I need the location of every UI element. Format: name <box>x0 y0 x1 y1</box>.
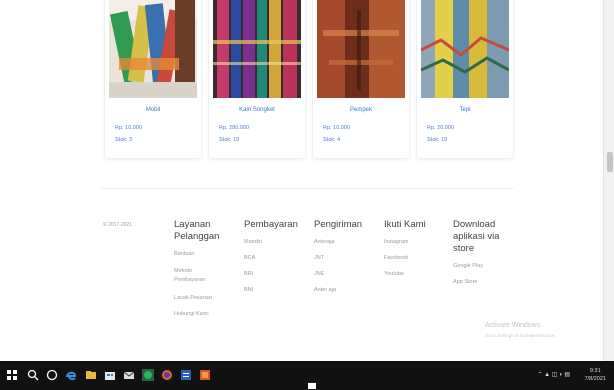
product-name[interactable]: Tepi <box>417 107 513 113</box>
scrollbar-thumb[interactable] <box>607 152 613 172</box>
taskbar: ⌃ ▲ ◫ ◗ ▤ 9:31 7/8/2021 <box>0 361 614 390</box>
footer-link-contact[interactable]: Hubungi Kami <box>174 311 234 317</box>
mail-icon[interactable] <box>122 368 136 382</box>
product-name[interactable]: Mobil <box>105 107 201 113</box>
footer-column-shipping: Pengiriman Anteraja JNT JNE Anter aja <box>314 219 374 293</box>
product-price: Rp. 20.000 <box>427 125 454 131</box>
firefox-icon[interactable] <box>160 368 174 382</box>
taskbar-clock[interactable]: 9:31 7/8/2021 <box>585 367 606 383</box>
footer-link-jnt[interactable]: JNT <box>314 255 374 261</box>
edge-browser-icon[interactable] <box>64 368 78 382</box>
product-price: Rp. 280.000 <box>219 125 249 131</box>
footer-link-bri[interactable]: BRI <box>244 271 304 277</box>
footer-heading: Pembayaran <box>244 219 298 230</box>
vertical-scrollbar[interactable] <box>603 0 614 361</box>
footer-link-instagram[interactable]: Instagram <box>384 239 444 245</box>
web-page: Mobil Rp. 10.000 Stok: 3 Kain Songket Rp… <box>0 0 604 361</box>
cursor-icon <box>308 383 316 389</box>
footer-column-follow-us: Ikuti Kami Instagram Facebook Youtube <box>384 219 444 277</box>
windows-start-icon[interactable] <box>7 370 17 380</box>
product-name[interactable]: Kain Songket <box>209 107 305 113</box>
footer-link-mandiri[interactable]: Mandiri <box>244 239 304 245</box>
footer-link-app-store[interactable]: App Store <box>453 279 511 285</box>
watermark-title: Activate Windows <box>485 322 541 329</box>
product-name[interactable]: Pempek <box>313 107 409 113</box>
clock-time: 9:31 <box>589 368 601 374</box>
footer-link-facebook[interactable]: Facebook <box>384 255 444 261</box>
footer-column-download: Download aplikasi via store Google Play … <box>453 219 511 285</box>
footer-heading: Ikuti Kami <box>384 219 426 230</box>
product-price: Rp. 10.000 <box>323 125 350 131</box>
footer-divider <box>100 188 514 189</box>
product-image[interactable] <box>421 0 509 98</box>
product-stock: Stok: 19 <box>219 137 240 143</box>
footer-link-jne[interactable]: JNE <box>314 271 374 277</box>
product-grid: Mobil Rp. 10.000 Stok: 3 Kain Songket Rp… <box>104 0 514 160</box>
footer-heading: Layanan Pelanggan <box>174 219 220 242</box>
product-stock: Stok: 19 <box>427 137 448 143</box>
product-card[interactable]: Kain Songket Rp. 280.000 Stok: 19 <box>208 0 306 159</box>
footer-column-customer-service: Layanan Pelanggan Bantuan Metode Pembaya… <box>174 219 234 317</box>
product-image[interactable] <box>213 0 301 98</box>
product-image[interactable] <box>109 0 197 98</box>
system-tray-icons[interactable]: ⌃ ▲ ◫ ◗ ▤ <box>537 371 570 378</box>
app-icon[interactable] <box>198 368 212 382</box>
product-card[interactable]: Pempek Rp. 10.000 Stok: 4 <box>312 0 410 159</box>
footer-heading: Download aplikasi via store <box>453 219 500 254</box>
footer-link-youtube[interactable]: Youtube <box>384 271 444 277</box>
footer-heading: Pengiriman <box>314 219 363 230</box>
product-image[interactable] <box>317 0 405 98</box>
store-icon[interactable] <box>103 368 117 382</box>
product-stock: Stok: 4 <box>323 137 341 143</box>
file-explorer-icon[interactable] <box>84 368 98 382</box>
product-stock: Stok: 3 <box>115 137 133 143</box>
search-icon[interactable] <box>26 368 40 382</box>
footer-link-track-order[interactable]: Lacak Pesanan <box>174 295 234 301</box>
product-card[interactable]: Tepi Rp. 20.000 Stok: 19 <box>416 0 514 159</box>
spotify-icon[interactable] <box>141 368 155 382</box>
word-icon[interactable] <box>179 368 193 382</box>
footer-link-google-play[interactable]: Google Play <box>453 263 511 269</box>
footer-link-help[interactable]: Bantuan <box>174 251 234 257</box>
footer-link-courier[interactable]: Anteraja <box>314 239 374 245</box>
footer-column-payment: Pembayaran Mandiri BCA BRI BNI <box>244 219 304 293</box>
footer-link-payment-method[interactable]: Metode Pembayaran <box>174 267 206 285</box>
product-price: Rp. 10.000 <box>115 125 142 131</box>
footer-link-bca[interactable]: BCA <box>244 255 304 261</box>
clock-date: 7/8/2021 <box>584 376 606 382</box>
activate-windows-watermark: Activate Windows Go to Settings to activ… <box>485 322 556 338</box>
footer-link-courier-2[interactable]: Anter aja <box>314 287 374 293</box>
task-view-icon[interactable] <box>45 368 59 382</box>
copyright-text: © 2017-2021 <box>103 222 132 228</box>
watermark-subtitle: Go to Settings to activate Windows. <box>485 333 557 338</box>
footer-link-bni[interactable]: BNI <box>244 287 304 293</box>
product-card[interactable]: Mobil Rp. 10.000 Stok: 3 <box>104 0 202 159</box>
